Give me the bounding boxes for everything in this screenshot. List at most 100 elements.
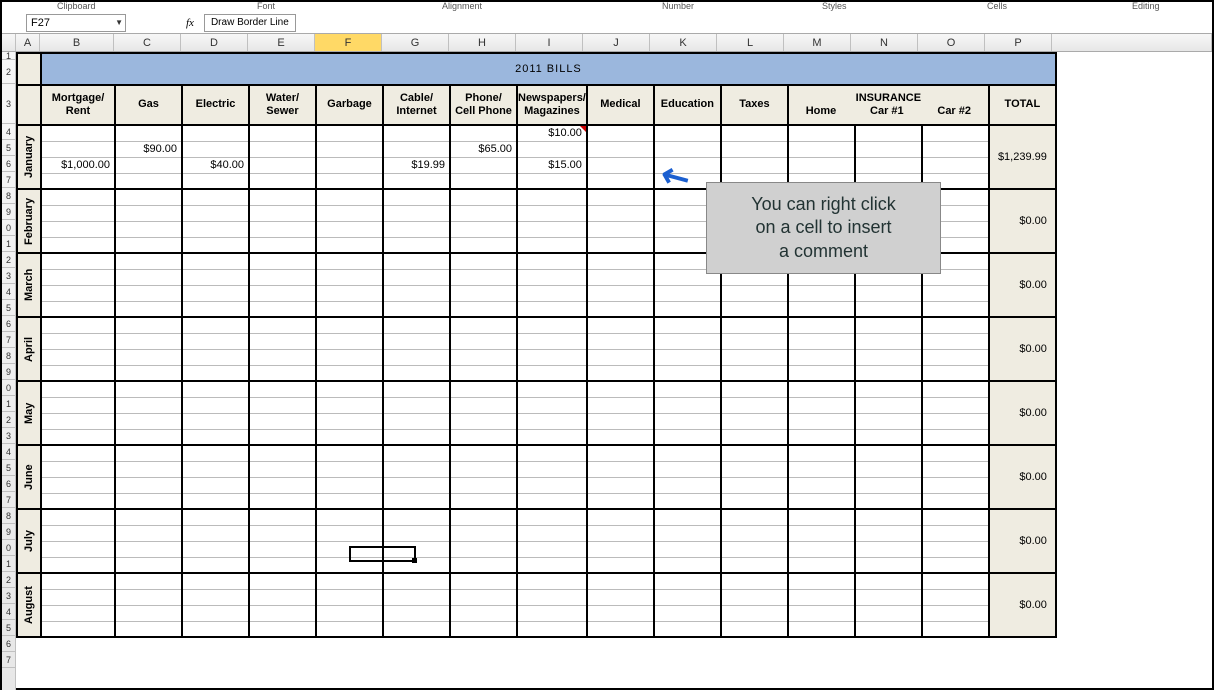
cell[interactable] [249, 253, 316, 269]
cell[interactable] [922, 365, 989, 381]
cell[interactable] [517, 413, 587, 429]
cell[interactable] [249, 221, 316, 237]
cell[interactable] [182, 381, 249, 397]
cell[interactable] [41, 397, 115, 413]
row-header[interactable]: 3 [2, 84, 15, 124]
cell[interactable] [182, 413, 249, 429]
cell[interactable] [115, 285, 182, 301]
cell[interactable] [587, 509, 654, 525]
month-label-august[interactable]: August [17, 573, 41, 637]
cell[interactable] [654, 125, 721, 141]
month-label-may[interactable]: May [17, 381, 41, 445]
cell[interactable] [316, 333, 383, 349]
cell[interactable] [922, 589, 989, 605]
cell[interactable] [721, 285, 788, 301]
cell[interactable]: $40.00 [182, 157, 249, 173]
cell[interactable] [115, 333, 182, 349]
cell[interactable] [721, 621, 788, 637]
cell[interactable] [788, 589, 855, 605]
cell[interactable] [788, 413, 855, 429]
col-header-H[interactable]: H [449, 34, 516, 51]
cell[interactable] [587, 237, 654, 253]
cell[interactable] [249, 285, 316, 301]
cell[interactable] [1056, 85, 1146, 125]
total-cell[interactable]: $0.00 [989, 189, 1056, 253]
cell[interactable] [182, 621, 249, 637]
cell[interactable] [587, 445, 654, 461]
cell[interactable] [517, 365, 587, 381]
cell[interactable] [922, 397, 989, 413]
cell[interactable] [115, 205, 182, 221]
cell[interactable] [587, 285, 654, 301]
cell[interactable] [922, 285, 989, 301]
row-header[interactable]: 3 [2, 428, 15, 444]
cell[interactable] [922, 429, 989, 445]
cell[interactable] [721, 141, 788, 157]
cell[interactable] [450, 349, 517, 365]
cell[interactable] [517, 285, 587, 301]
cell[interactable] [41, 381, 115, 397]
cell[interactable] [316, 509, 383, 525]
cell[interactable] [182, 605, 249, 621]
cell[interactable] [855, 541, 922, 557]
cell[interactable] [1056, 53, 1146, 85]
row-header[interactable]: 0 [2, 380, 15, 396]
row-header[interactable]: 0 [2, 220, 15, 236]
cell[interactable] [855, 573, 922, 589]
cell[interactable] [41, 317, 115, 333]
cell[interactable]: $19.99 [383, 157, 450, 173]
cell[interactable]: Phone/ Cell Phone [450, 85, 517, 125]
cell[interactable] [654, 301, 721, 317]
cell[interactable] [115, 493, 182, 509]
cell[interactable] [922, 541, 989, 557]
cell[interactable] [855, 397, 922, 413]
cell[interactable] [517, 173, 587, 189]
cell[interactable] [855, 317, 922, 333]
cell[interactable] [517, 525, 587, 541]
cell[interactable] [587, 381, 654, 397]
cell[interactable] [721, 349, 788, 365]
cell[interactable] [115, 189, 182, 205]
cell[interactable] [587, 253, 654, 269]
sheet-title[interactable]: 2011 BILLS [41, 53, 1056, 85]
cell[interactable] [587, 413, 654, 429]
cell[interactable] [1056, 253, 1146, 317]
cell[interactable] [855, 429, 922, 445]
cell[interactable] [383, 285, 450, 301]
cell[interactable] [383, 317, 450, 333]
cell[interactable] [788, 381, 855, 397]
month-label-april[interactable]: April [17, 317, 41, 381]
cell[interactable] [383, 445, 450, 461]
cell[interactable] [721, 413, 788, 429]
cell[interactable] [115, 525, 182, 541]
cell[interactable] [922, 573, 989, 589]
cell[interactable] [316, 285, 383, 301]
cell[interactable] [316, 413, 383, 429]
cell[interactable] [316, 445, 383, 461]
cell[interactable]: Newspapers/ Magazines [517, 85, 587, 125]
cell[interactable] [517, 477, 587, 493]
cell[interactable] [587, 541, 654, 557]
cell[interactable] [182, 253, 249, 269]
cell[interactable] [587, 221, 654, 237]
cell[interactable] [249, 541, 316, 557]
cell[interactable] [383, 189, 450, 205]
cell[interactable] [316, 493, 383, 509]
row-header[interactable]: 9 [2, 364, 15, 380]
cell[interactable] [721, 429, 788, 445]
cell[interactable] [182, 269, 249, 285]
cell[interactable] [517, 189, 587, 205]
cell[interactable] [115, 173, 182, 189]
cell[interactable] [249, 525, 316, 541]
cell[interactable] [450, 541, 517, 557]
cell[interactable] [654, 509, 721, 525]
cell[interactable] [115, 381, 182, 397]
cell[interactable] [654, 477, 721, 493]
cell[interactable] [182, 429, 249, 445]
cell[interactable] [115, 541, 182, 557]
cell[interactable] [587, 557, 654, 573]
cell[interactable] [788, 125, 855, 141]
cell[interactable] [41, 253, 115, 269]
cell[interactable] [316, 397, 383, 413]
cell[interactable] [182, 365, 249, 381]
